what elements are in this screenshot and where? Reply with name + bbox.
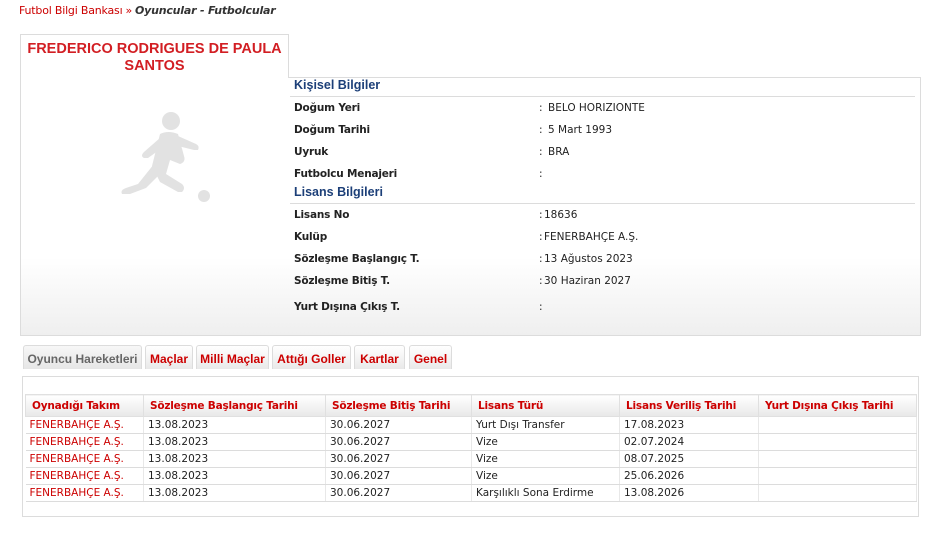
info-row-birthdate: Doğum Tarihi : 5 Mart 1993 (290, 119, 915, 141)
cell-abroad-exit (758, 433, 917, 451)
info-colon: : (539, 168, 543, 180)
tab-cards[interactable]: Kartlar (354, 345, 405, 369)
info-colon: : (539, 275, 543, 287)
tab-matches[interactable]: Maçlar (145, 345, 193, 369)
cell-contract-end: 30.06.2027 (325, 416, 472, 434)
column-header-team: Oynadığı Takım (25, 394, 144, 417)
info-colon: : (539, 102, 543, 114)
cell-contract-start: 13.08.2023 (143, 433, 326, 451)
tab-general[interactable]: Genel (409, 345, 452, 369)
info-row-abroad-exit: Yurt Dışına Çıkış T. : (290, 292, 915, 318)
info-value: BELO HORIZIONTE (548, 102, 645, 114)
cell-license-type: Vize (471, 433, 620, 451)
player-name-tab: FREDERICO RODRIGUES DE PAULA SANTOS (20, 34, 289, 78)
player-silhouette-icon (121, 112, 210, 202)
table-header-row: Oynadığı Takım Sözleşme Başlangıç Tarihi… (25, 394, 917, 417)
info-value: 18636 (544, 209, 578, 221)
cell-license-type: Karşılıklı Sona Erdirme (471, 484, 620, 502)
info-colon: : (539, 146, 543, 158)
cell-license-type: Yurt Dışı Transfer (471, 416, 620, 434)
cell-contract-start: 13.08.2023 (143, 484, 326, 502)
movements-panel: Oynadığı Takım Sözleşme Başlangıç Tarihi… (22, 376, 919, 517)
table-row: FENERBAHÇE A.Ş. 13.08.2023 30.06.2027 Yu… (25, 416, 917, 434)
column-header-abroad-exit: Yurt Dışına Çıkış Tarihi (758, 394, 917, 417)
column-header-contract-end: Sözleşme Bitiş Tarihi (325, 394, 472, 417)
info-row-contract-start: Sözleşme Başlangıç T. : 13 Ağustos 2023 (290, 248, 915, 270)
cell-contract-end: 30.06.2027 (325, 484, 472, 502)
breadcrumb-current: Oyuncular - Futbolcular (134, 4, 276, 17)
info-value: 5 Mart 1993 (548, 124, 613, 136)
license-info-title: Lisans Bilgileri (290, 185, 915, 204)
info-label: Sözleşme Bitiş T. (294, 275, 390, 287)
cell-contract-end: 30.06.2027 (325, 450, 472, 468)
info-colon: : (539, 231, 543, 243)
info-row-contract-end: Sözleşme Bitiş T. : 30 Haziran 2027 (290, 270, 915, 292)
table-row: FENERBAHÇE A.Ş. 13.08.2023 30.06.2027 Vi… (25, 467, 917, 485)
info-row-license-no: Lisans No : 18636 (290, 204, 915, 226)
cell-contract-start: 13.08.2023 (143, 450, 326, 468)
cell-team: FENERBAHÇE A.Ş. (25, 484, 144, 502)
info-label: Futbolcu Menajeri (294, 168, 398, 180)
cell-team: FENERBAHÇE A.Ş. (25, 450, 144, 468)
cell-abroad-exit (758, 416, 917, 434)
info-label: Sözleşme Başlangıç T. (294, 253, 420, 265)
player-name: FREDERICO RODRIGUES DE PAULA SANTOS (27, 41, 282, 74)
info-label: Doğum Yeri (294, 102, 361, 114)
info-label: Doğum Tarihi (294, 124, 370, 136)
player-info: Kişisel Bilgiler Doğum Yeri : BELO HORIZ… (290, 78, 915, 318)
info-value: BRA (548, 146, 570, 158)
info-label: Uyruk (294, 146, 329, 158)
breadcrumb: Futbol Bilgi Bankası» Oyuncular - Futbolc… (19, 4, 276, 17)
cell-license-type: Vize (471, 467, 620, 485)
column-header-contract-start: Sözleşme Başlangıç Tarihi (143, 394, 326, 417)
info-row-agent: Futbolcu Menajeri : (290, 163, 915, 185)
cell-abroad-exit (758, 450, 917, 468)
info-colon: : (539, 209, 543, 221)
info-value: 13 Ağustos 2023 (544, 253, 633, 265)
info-colon: : (539, 301, 543, 313)
cell-license-type: Vize (471, 450, 620, 468)
cell-license-date: 02.07.2024 (619, 433, 759, 451)
table-row: FENERBAHÇE A.Ş. 13.08.2023 30.06.2027 Ka… (25, 484, 917, 502)
info-label: Yurt Dışına Çıkış T. (294, 301, 400, 313)
cell-contract-end: 30.06.2027 (325, 433, 472, 451)
cell-abroad-exit (758, 484, 917, 502)
breadcrumb-separator: » (125, 4, 132, 17)
cell-abroad-exit (758, 467, 917, 485)
tab-goals[interactable]: Attığı Goller (272, 345, 351, 369)
movements-table: Oynadığı Takım Sözleşme Başlangıç Tarihi… (25, 394, 917, 502)
table-row: FENERBAHÇE A.Ş. 13.08.2023 30.06.2027 Vi… (25, 450, 917, 468)
cell-contract-start: 13.08.2023 (143, 467, 326, 485)
column-header-license-type: Lisans Türü (471, 394, 620, 417)
player-card: FREDERICO RODRIGUES DE PAULA SANTOS Kişi… (20, 34, 921, 336)
column-header-license-date: Lisans Veriliş Tarihi (619, 394, 759, 417)
cell-team: FENERBAHÇE A.Ş. (25, 433, 144, 451)
info-row-birthplace: Doğum Yeri : BELO HORIZIONTE (290, 97, 915, 119)
cell-contract-start: 13.08.2023 (143, 416, 326, 434)
info-colon: : (539, 253, 543, 265)
info-value: 30 Haziran 2027 (544, 275, 631, 287)
info-row-club: Kulüp : FENERBAHÇE A.Ş. (290, 226, 915, 248)
info-value: FENERBAHÇE A.Ş. (544, 231, 639, 243)
cell-license-date: 13.08.2026 (619, 484, 759, 502)
cell-license-date: 25.06.2026 (619, 467, 759, 485)
cell-team: FENERBAHÇE A.Ş. (25, 416, 144, 434)
info-label: Lisans No (294, 209, 350, 221)
cell-license-date: 17.08.2023 (619, 416, 759, 434)
cell-team: FENERBAHÇE A.Ş. (25, 467, 144, 485)
info-label: Kulüp (294, 231, 328, 243)
tab-player-movements[interactable]: Oyuncu Hareketleri (23, 345, 142, 369)
personal-info-title: Kişisel Bilgiler (290, 78, 915, 97)
breadcrumb-home-link[interactable]: Futbol Bilgi Bankası (19, 4, 123, 17)
info-row-nationality: Uyruk : BRA (290, 141, 915, 163)
info-colon: : (539, 124, 543, 136)
table-row: FENERBAHÇE A.Ş. 13.08.2023 30.06.2027 Vi… (25, 433, 917, 451)
cell-contract-end: 30.06.2027 (325, 467, 472, 485)
tab-national-matches[interactable]: Milli Maçlar (196, 345, 269, 369)
cell-license-date: 08.07.2025 (619, 450, 759, 468)
